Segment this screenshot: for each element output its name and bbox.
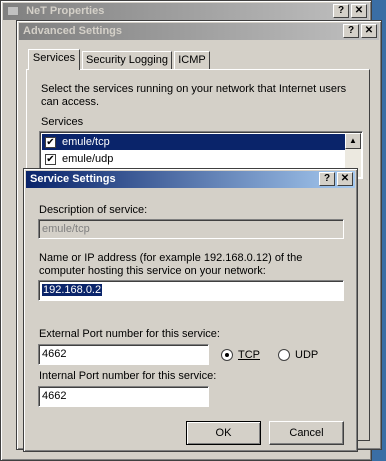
cancel-button[interactable]: Cancel xyxy=(269,421,344,445)
ok-button[interactable]: OK xyxy=(186,421,261,445)
services-instruction: Select the services running on your netw… xyxy=(41,83,347,108)
host-label-line1: Name or IP address (for example 192.168.… xyxy=(39,252,303,264)
checkbox[interactable]: ✔ xyxy=(45,153,56,165)
advanced-settings-titlebar: Advanced Settings ? ✕ xyxy=(19,23,379,40)
external-port-label: External Port number for this service: xyxy=(39,328,220,340)
host-ip-value: 192.168.0.2 xyxy=(42,284,103,296)
internal-port-input[interactable]: 4662 xyxy=(38,386,209,407)
list-item[interactable]: ✔ emule/tcp xyxy=(42,134,347,150)
host-label-line2: computer hosting this service on your ne… xyxy=(39,265,266,277)
radio-selected-icon[interactable] xyxy=(221,349,233,362)
list-item[interactable]: ✔ emule/udp xyxy=(42,151,347,167)
net-properties-titlebar: NeT Properties ? ✕ xyxy=(3,3,369,20)
tcp-radio[interactable]: TCP xyxy=(221,349,260,362)
tab-icmp[interactable]: ICMP xyxy=(174,51,210,70)
net-properties-title: NeT Properties xyxy=(26,5,105,17)
tab-security-logging[interactable]: Security Logging xyxy=(82,51,172,70)
service-settings-title: Service Settings xyxy=(30,173,116,185)
service-name: emule/udp xyxy=(62,153,114,165)
advanced-settings-title: Advanced Settings xyxy=(23,25,123,37)
help-icon[interactable]: ? xyxy=(333,4,349,18)
host-ip-input[interactable]: 192.168.0.2 xyxy=(38,280,344,301)
description-label: Description of service: xyxy=(39,204,148,216)
radio-unselected-icon[interactable] xyxy=(278,349,290,362)
help-icon[interactable]: ? xyxy=(319,172,335,186)
udp-radio[interactable]: UDP xyxy=(278,349,319,362)
udp-label: UDP xyxy=(295,349,319,361)
service-name: emule/tcp xyxy=(62,136,110,148)
services-label: Services xyxy=(41,116,84,128)
external-port-input[interactable]: 4662 xyxy=(38,344,209,365)
tab-services[interactable]: Services xyxy=(28,49,80,70)
window-icon xyxy=(7,6,19,17)
description-field: emule/tcp xyxy=(38,219,344,239)
service-settings-dialog: Service Settings ? ✕ Description of serv… xyxy=(23,168,358,452)
scroll-up-icon[interactable]: ▲ xyxy=(345,133,361,149)
checkbox[interactable]: ✔ xyxy=(45,136,56,148)
close-icon[interactable]: ✕ xyxy=(337,172,353,186)
tcp-label: TCP xyxy=(238,349,260,361)
help-icon[interactable]: ? xyxy=(343,24,359,38)
close-icon[interactable]: ✕ xyxy=(361,24,377,38)
service-settings-titlebar: Service Settings ? ✕ xyxy=(26,171,355,188)
internal-port-label: Internal Port number for this service: xyxy=(39,370,217,382)
close-icon[interactable]: ✕ xyxy=(351,4,367,18)
